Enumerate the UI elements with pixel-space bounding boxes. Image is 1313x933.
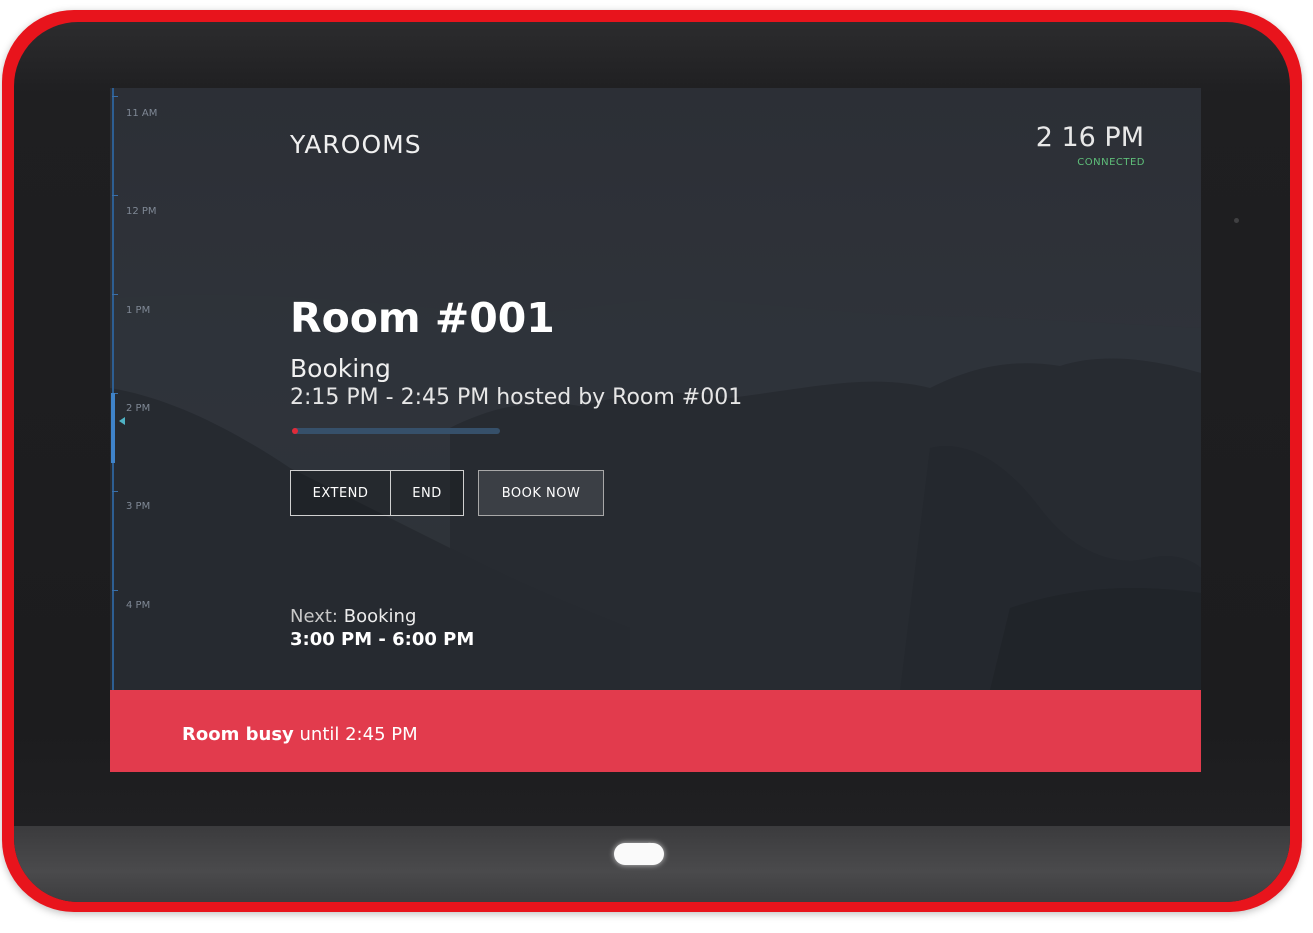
hour-tick	[112, 491, 118, 492]
current-booking-marker	[111, 393, 115, 463]
hour-label: 11 AM	[126, 108, 158, 119]
brand-logo: YAROOMS	[290, 130, 422, 159]
next-booking-time: 3:00 PM - 6:00 PM	[290, 629, 475, 650]
timeline-axis	[112, 88, 114, 690]
clock: 2 16 PM	[1035, 122, 1144, 153]
hour-tick	[112, 195, 118, 196]
hour-label: 2 PM	[126, 403, 151, 414]
room-status-strong: Room busy	[182, 724, 294, 745]
hour-label: 1 PM	[126, 305, 151, 316]
end-button[interactable]: END	[390, 470, 464, 516]
booking-progress-bar	[292, 428, 500, 434]
home-button[interactable]	[614, 843, 664, 865]
current-time-arrow-icon	[119, 417, 125, 425]
day-timeline: 11 AM 12 PM 1 PM 2 PM 3 PM 4 PM	[110, 88, 170, 690]
hour-label: 3 PM	[126, 501, 151, 512]
camera-icon	[1234, 218, 1239, 223]
room-display-screen: 11 AM 12 PM 1 PM 2 PM 3 PM 4 PM YAROOMS …	[110, 88, 1201, 772]
hour-tick	[112, 590, 118, 591]
next-booking: Next: Booking	[290, 606, 416, 627]
room-status-text: Room busy until 2:45 PM	[182, 724, 418, 745]
next-booking-prefix: Next:	[290, 606, 338, 627]
room-status-detail: until 2:45 PM	[299, 724, 418, 745]
hour-label: 4 PM	[126, 600, 151, 611]
current-booking-time: 2:15 PM - 2:45 PM hosted by Room #001	[290, 385, 743, 410]
next-booking-title: Booking	[343, 606, 417, 627]
connection-status: CONNECTED	[1077, 157, 1145, 168]
booking-progress-fill	[292, 428, 299, 434]
current-booking-title: Booking	[290, 354, 391, 383]
room-name: Room #001	[290, 294, 555, 342]
mountain-background	[110, 88, 1201, 772]
hour-tick	[112, 96, 118, 97]
hour-label: 12 PM	[126, 206, 157, 217]
room-status-bar: Room busy until 2:45 PM	[110, 690, 1201, 772]
book-now-button[interactable]: BOOK NOW	[478, 470, 604, 516]
extend-button[interactable]: EXTEND	[290, 470, 391, 516]
hour-tick	[112, 294, 118, 295]
